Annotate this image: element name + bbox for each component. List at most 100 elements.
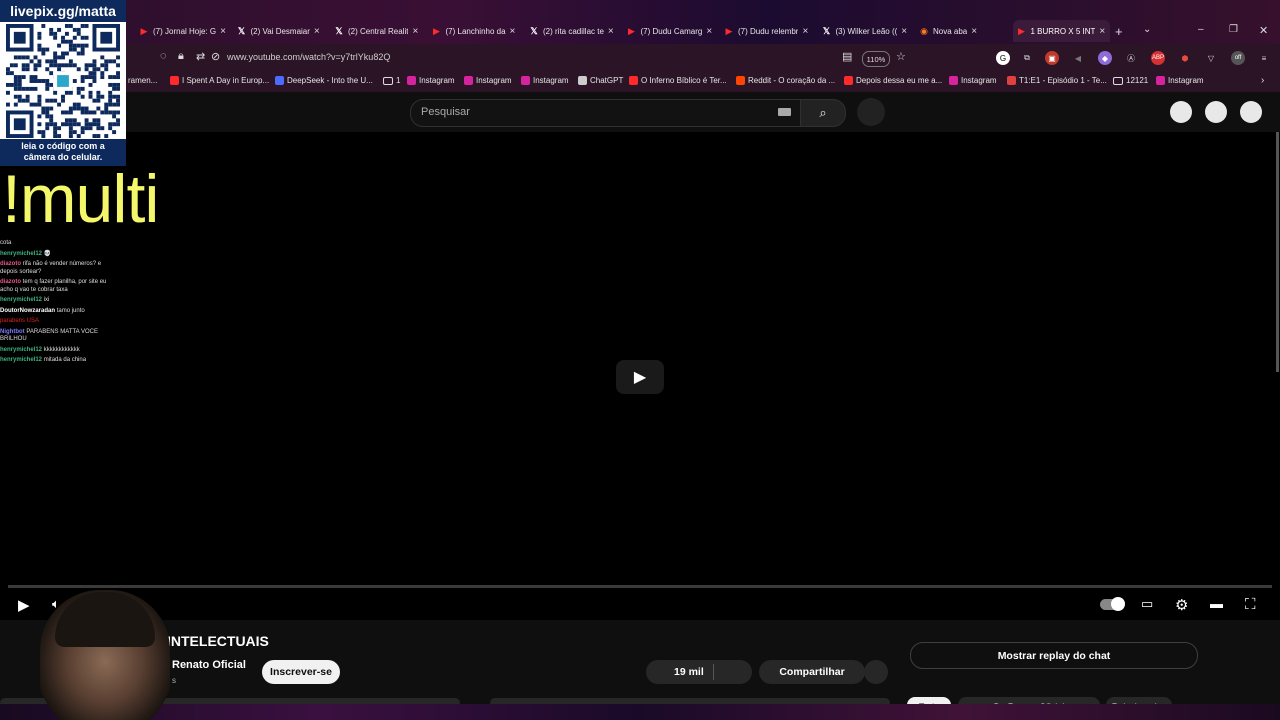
keyboard-icon[interactable] <box>778 108 791 116</box>
settings-gear-icon[interactable]: ⚙ <box>1175 596 1188 614</box>
youtube-icon: ▶ <box>1018 25 1025 36</box>
chat-username: henrymichel12 <box>0 297 43 303</box>
tab-close-icon[interactable]: × <box>314 26 320 37</box>
search-button[interactable]: ⌕ <box>800 99 846 127</box>
bookmark-item[interactable]: Instagram <box>521 76 569 85</box>
zoom-level[interactable]: 110% <box>862 51 890 67</box>
qr-module <box>76 43 81 48</box>
extension-badge-icon[interactable]: ▣ <box>1045 51 1059 65</box>
large-play-button[interactable]: ▶ <box>616 360 664 394</box>
search-placeholder: Pesquisar <box>421 106 470 118</box>
more-actions-button[interactable] <box>864 660 888 684</box>
bookmark-item[interactable]: I Spent A Day in Europ... <box>170 76 269 85</box>
avatar[interactable] <box>1240 101 1262 123</box>
tab-8[interactable]: ◉ Nova aba × <box>915 20 1013 42</box>
bookmark-item[interactable]: Depois dessa eu me a... <box>844 76 942 85</box>
bookmark-item[interactable]: ChatGPT <box>578 76 623 85</box>
tab-close-icon[interactable]: × <box>608 26 614 37</box>
video-progress-bar[interactable] <box>8 585 1272 588</box>
bookmarks-overflow-chevron-icon[interactable]: › <box>1261 75 1264 86</box>
extension-g-icon[interactable]: G <box>996 51 1010 65</box>
show-chat-replay-button[interactable]: Mostrar replay do chat <box>910 642 1198 669</box>
reader-view-icon[interactable]: ▤ <box>842 50 852 63</box>
restore-icon[interactable]: ❐ <box>1229 24 1238 35</box>
subscribe-button[interactable]: Inscrever-se <box>262 660 340 684</box>
tab-7[interactable]: 𝕏 (3) Wilker Leão ((× <box>818 20 916 42</box>
bookmark-item[interactable]: 1 <box>383 76 400 85</box>
extension-red-icon[interactable]: ⬢ <box>1178 51 1192 65</box>
bookmark-item[interactable]: DeepSeek - Into the U... <box>275 76 373 85</box>
shield-icon[interactable]: ◌ <box>160 50 167 62</box>
bookmark-item[interactable]: O Inferno Bíblico é Ter... <box>629 76 727 85</box>
tab-close-icon[interactable]: × <box>1099 26 1105 37</box>
qr-module <box>96 122 101 127</box>
tab-close-icon[interactable]: × <box>220 26 226 37</box>
permissions-icon[interactable]: ⇄ <box>196 50 205 63</box>
qr-module <box>17 79 22 83</box>
close-window-icon[interactable]: ✕ <box>1259 24 1268 37</box>
extension-translate-icon[interactable]: Ⓐ <box>1124 51 1138 65</box>
tab-4[interactable]: 𝕏 (2) rita cadillac te × <box>525 20 623 42</box>
theater-mode-icon[interactable]: ▬ <box>1210 596 1223 611</box>
tab-3[interactable]: ▶ (7) Lanchinho da × <box>428 20 526 42</box>
url-field[interactable]: www.youtube.com/watch?v=y7trlYku82Q <box>227 52 390 62</box>
qr-module <box>33 55 38 60</box>
bookmark-item[interactable]: Instagram <box>407 76 455 85</box>
extension-filter-icon[interactable]: ▽ <box>1204 51 1218 65</box>
bookmark-item[interactable]: T1:E1 - Episódio 1 - Te... <box>1007 76 1107 85</box>
tab-6[interactable]: ▶ (7) Dudu relembr × <box>720 20 818 42</box>
tab-list-chevron-icon[interactable]: ⌄ <box>1143 24 1151 35</box>
adblock-icon[interactable]: ABP <box>1151 51 1165 65</box>
subtitles-icon[interactable]: ▭ <box>1141 596 1153 612</box>
tracking-icon[interactable]: ⊘ <box>211 50 220 63</box>
bookmark-item[interactable]: Reddit - O coração da ... <box>736 76 835 85</box>
play-icon[interactable]: ▶ <box>18 596 30 614</box>
create-button[interactable] <box>1170 101 1192 123</box>
channel-name[interactable]: Renato Oficial <box>172 659 246 671</box>
lock-icon[interactable]: 🔒︎ <box>178 50 184 63</box>
tab-9[interactable]: ▶ 1 BURRO X 5 INT × <box>1012 20 1110 42</box>
extension-off-icon[interactable]: off <box>1231 51 1245 65</box>
stream-chat-overlay: cota henrymichel12 💀 diazoto rifa não é ve… <box>0 240 112 368</box>
fullscreen-icon[interactable]: ⛶ <box>1245 596 1256 613</box>
tab-close-icon[interactable]: × <box>706 26 712 37</box>
tab-1[interactable]: 𝕏 (2) Vai Desmaiar × <box>233 20 331 42</box>
tab-5[interactable]: ▶ (7) Dudu Camarg × <box>623 20 721 42</box>
new-tab-button[interactable]: + <box>1115 24 1123 39</box>
qr-module <box>68 122 73 127</box>
qr-module <box>13 63 18 68</box>
tab-close-icon[interactable]: × <box>901 26 907 37</box>
qr-module <box>49 82 54 87</box>
notifications-button[interactable] <box>1205 101 1227 123</box>
tab-close-icon[interactable]: × <box>802 26 808 37</box>
qr-module <box>45 106 50 111</box>
bookmark-label: Instagram <box>419 76 455 85</box>
bookmark-item[interactable]: Instagram <box>464 76 512 85</box>
tab-0[interactable]: ▶ (7) Jornal Hoje: G × <box>135 20 233 42</box>
firefox-icon: ◉ <box>920 25 928 36</box>
qr-module <box>53 130 58 135</box>
bookmark-item[interactable]: Instagram <box>949 76 997 85</box>
qr-module <box>64 110 69 115</box>
tab-close-icon[interactable]: × <box>971 26 977 37</box>
qr-module <box>45 47 50 52</box>
menu-icon[interactable]: ≡ <box>1257 51 1271 65</box>
extension-audio-icon[interactable]: ◀ <box>1071 51 1085 65</box>
extension-purple-icon[interactable]: ◆ <box>1098 51 1112 65</box>
qr-module <box>25 67 30 72</box>
qr-module <box>45 110 50 115</box>
tab-close-icon[interactable]: × <box>412 26 418 37</box>
bookmark-item[interactable]: 12121 <box>1113 76 1148 85</box>
minimize-icon[interactable]: – <box>1198 24 1204 35</box>
bookmark-item[interactable]: Instagram <box>1156 76 1204 85</box>
extension-puzzle-icon[interactable]: ⧉ <box>1020 51 1034 65</box>
page-scrollbar[interactable] <box>1276 132 1279 372</box>
qr-module <box>80 110 85 115</box>
share-button[interactable]: Compartilhar <box>759 660 865 684</box>
voice-search-button[interactable] <box>857 98 885 126</box>
bookmark-star-icon[interactable]: ☆ <box>896 50 906 63</box>
tab-2[interactable]: 𝕏 (2) Central Realit × <box>330 20 428 42</box>
qr-module <box>80 130 85 135</box>
bookmark-item[interactable]: ramen... <box>128 76 157 85</box>
tab-close-icon[interactable]: × <box>510 26 516 37</box>
